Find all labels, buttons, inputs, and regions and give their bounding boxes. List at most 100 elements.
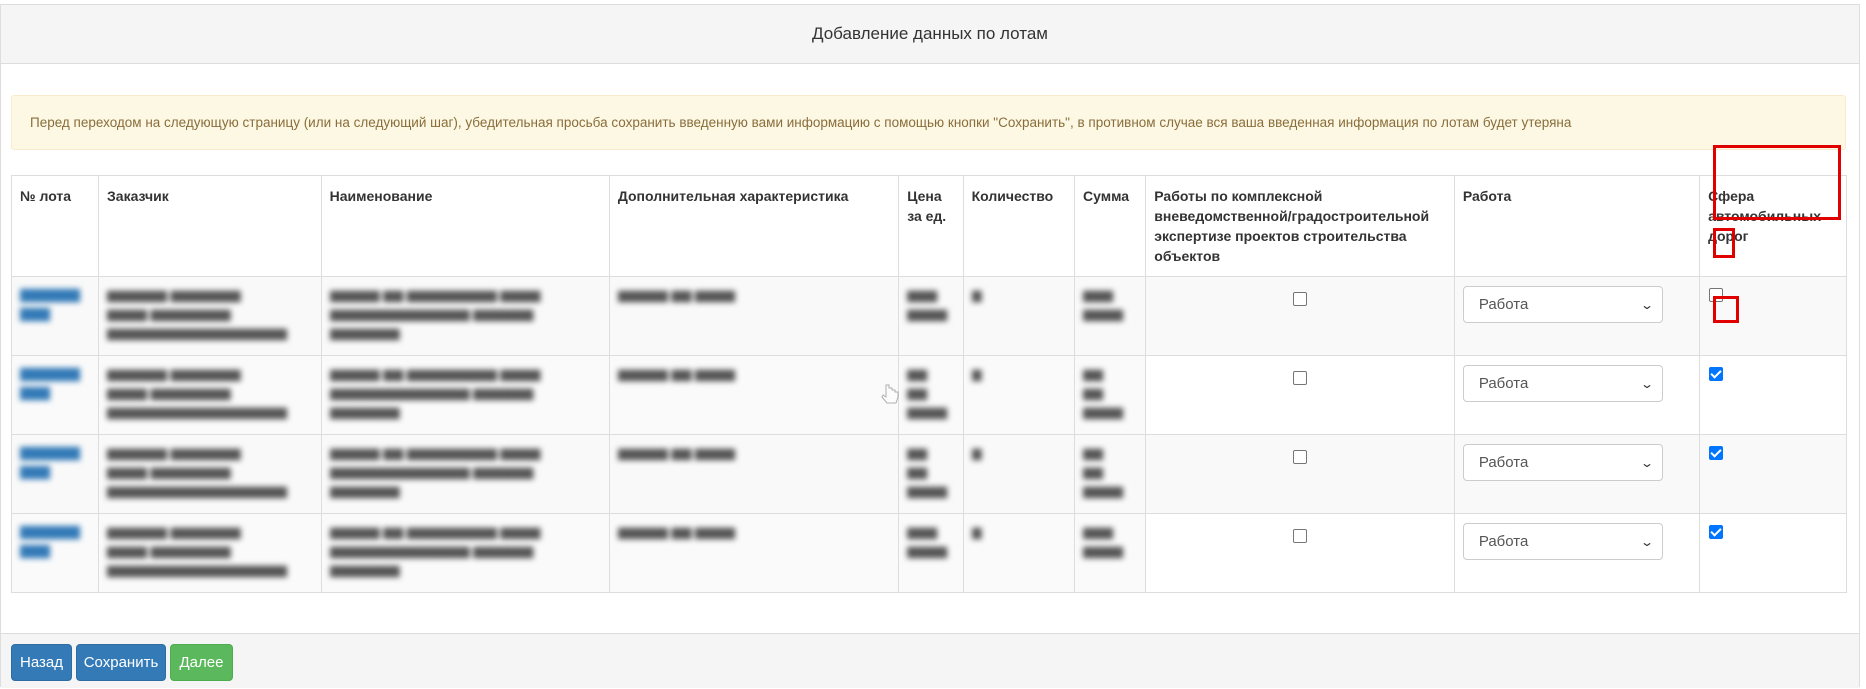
header-roads: Сфера автомобильных дорог xyxy=(1699,175,1847,277)
redacted-text: ▆▆▆▆▆ ▆▆ ▆▆▆▆ xyxy=(617,366,736,381)
lot-cell: ▇▇▇▇▇▇ ▇▇▇ xyxy=(10,513,100,593)
work-cell: Работа ⌄ xyxy=(1453,276,1701,356)
header-work: Работа xyxy=(1453,175,1701,277)
redacted-text: ▆▆▆▆▆ ▆▆ ▆▆▆▆ xyxy=(617,287,736,302)
redacted-lot-link[interactable]: ▇▇▇▇▇▇ ▇▇▇ xyxy=(20,522,90,560)
extra-cell: ▆▆▆▆▆ ▆▆ ▆▆▆▆ xyxy=(608,513,900,593)
table-header-row: № лота Заказчик Наименование Дополнитель… xyxy=(10,175,1847,277)
pointer-cursor-icon xyxy=(881,384,899,404)
work-select-value: Работа xyxy=(1478,375,1529,392)
extra-cell: ▆▆▆▆▆ ▆▆ ▆▆▆▆ xyxy=(608,355,900,435)
price-cell: ▆▆▆ ▆▆▆▆ xyxy=(898,276,964,356)
qty-cell: ▆ xyxy=(962,355,1076,435)
customer-cell: ▆▆▆▆▆▆ ▆▆▆▆▆▆▆ ▆▆▆▆ ▆▆▆▆▆▆▆▆ ▆▆▆▆▆▆▆▆▆▆▆▆▆… xyxy=(98,434,322,514)
roads-cell xyxy=(1699,513,1847,593)
expertise-cell xyxy=(1145,276,1455,356)
name-cell: ▆▆▆▆▆ ▆▆ ▆▆▆▆▆▆▆▆▆ ▆▆▆▆ ▆▆▆▆▆▆▆▆▆▆▆▆▆▆ ▆▆… xyxy=(320,513,610,593)
header-sum: Сумма xyxy=(1074,175,1147,277)
panel-footer: Назад Сохранить Далее xyxy=(1,633,1859,688)
qty-cell: ▆ xyxy=(962,513,1076,593)
next-button[interactable]: Далее xyxy=(170,644,233,681)
header-lot: № лота xyxy=(10,175,100,277)
work-cell: Работа ⌄ xyxy=(1453,355,1701,435)
table-row: ▇▇▇▇▇▇ ▇▇▇ ▆▆▆▆▆▆ ▆▆▆▆▆▆▆ ▆▆▆▆ ▆▆▆▆▆▆▆▆ ▆▆▆… xyxy=(10,434,1847,514)
table-row: ▇▇▇▇▇▇ ▇▇▇ ▆▆▆▆▆▆ ▆▆▆▆▆▆▆ ▆▆▆▆ ▆▆▆▆▆▆▆▆ ▆▆▆… xyxy=(10,276,1847,356)
redacted-text: ▆▆▆▆▆ ▆▆ ▆▆▆▆▆▆▆▆▆ ▆▆▆▆ ▆▆▆▆▆▆▆▆▆▆▆▆▆▆ ▆▆… xyxy=(329,287,541,340)
roads-cell xyxy=(1699,434,1847,514)
roads-checkbox[interactable] xyxy=(1709,525,1724,539)
redacted-text: ▆▆ ▆▆ ▆▆▆▆ xyxy=(1083,366,1124,419)
redacted-text: ▆▆▆ ▆▆▆▆ xyxy=(907,524,948,558)
work-cell: Работа ⌄ xyxy=(1453,434,1701,514)
work-select[interactable]: Работа ⌄ xyxy=(1462,444,1663,481)
work-select[interactable]: Работа ⌄ xyxy=(1462,365,1663,402)
chevron-down-icon: ⌄ xyxy=(1639,297,1654,312)
redacted-text: ▆▆ ▆▆ ▆▆▆▆ xyxy=(907,445,948,498)
redacted-text: ▆ xyxy=(971,287,982,302)
back-button[interactable]: Назад xyxy=(11,644,72,681)
roads-checkbox[interactable] xyxy=(1709,288,1724,302)
roads-checkbox[interactable] xyxy=(1709,446,1724,460)
redacted-text: ▆▆▆▆▆▆ ▆▆▆▆▆▆▆ ▆▆▆▆ ▆▆▆▆▆▆▆▆ ▆▆▆▆▆▆▆▆▆▆▆▆▆… xyxy=(107,445,287,498)
redacted-text: ▆▆▆ ▆▆▆▆ xyxy=(1083,524,1124,558)
lot-cell: ▇▇▇▇▇▇ ▇▇▇ xyxy=(10,434,100,514)
extra-cell: ▆▆▆▆▆ ▆▆ ▆▆▆▆ xyxy=(608,434,900,514)
expertise-checkbox[interactable] xyxy=(1293,371,1308,385)
redacted-lot-link[interactable]: ▇▇▇▇▇▇ ▇▇▇ xyxy=(20,285,90,323)
sum-cell: ▆▆▆ ▆▆▆▆ xyxy=(1074,276,1147,356)
sum-cell: ▆▆▆ ▆▆▆▆ xyxy=(1074,513,1147,593)
redacted-text: ▆▆ ▆▆ ▆▆▆▆ xyxy=(1083,445,1124,498)
work-select[interactable]: Работа ⌄ xyxy=(1462,523,1663,560)
panel-heading: Добавление данных по лотам xyxy=(1,5,1859,64)
lots-table: № лота Заказчик Наименование Дополнитель… xyxy=(10,175,1847,593)
lot-cell: ▇▇▇▇▇▇ ▇▇▇ xyxy=(10,355,100,435)
qty-cell: ▆ xyxy=(962,276,1076,356)
name-cell: ▆▆▆▆▆ ▆▆ ▆▆▆▆▆▆▆▆▆ ▆▆▆▆ ▆▆▆▆▆▆▆▆▆▆▆▆▆▆ ▆▆… xyxy=(320,355,610,435)
sum-cell: ▆▆ ▆▆ ▆▆▆▆ xyxy=(1074,434,1147,514)
redacted-text: ▆▆▆▆▆ ▆▆ ▆▆▆▆▆▆▆▆▆ ▆▆▆▆ ▆▆▆▆▆▆▆▆▆▆▆▆▆▆ ▆▆… xyxy=(329,366,541,419)
save-button[interactable]: Сохранить xyxy=(76,644,166,681)
header-expertise: Работы по комплексной вневедомственной/г… xyxy=(1145,175,1455,277)
lots-panel: Добавление данных по лотам Перед переход… xyxy=(0,4,1860,688)
redacted-text: ▆▆▆▆▆ ▆▆ ▆▆▆▆▆▆▆▆▆ ▆▆▆▆ ▆▆▆▆▆▆▆▆▆▆▆▆▆▆ ▆▆… xyxy=(329,445,541,498)
redacted-lot-link[interactable]: ▇▇▇▇▇▇ ▇▇▇ xyxy=(20,443,90,481)
expertise-cell xyxy=(1145,513,1455,593)
chevron-down-icon: ⌄ xyxy=(1639,534,1654,549)
price-cell: ▆▆▆ ▆▆▆▆ xyxy=(898,513,964,593)
work-select[interactable]: Работа ⌄ xyxy=(1462,286,1663,323)
redacted-text: ▆▆▆ ▆▆▆▆ xyxy=(907,287,948,321)
extra-cell: ▆▆▆▆▆ ▆▆ ▆▆▆▆ xyxy=(608,276,900,356)
header-price: Цена за ед. xyxy=(898,175,964,277)
redacted-text: ▆▆▆▆▆▆ ▆▆▆▆▆▆▆ ▆▆▆▆ ▆▆▆▆▆▆▆▆ ▆▆▆▆▆▆▆▆▆▆▆▆▆… xyxy=(107,366,287,419)
name-cell: ▆▆▆▆▆ ▆▆ ▆▆▆▆▆▆▆▆▆ ▆▆▆▆ ▆▆▆▆▆▆▆▆▆▆▆▆▆▆ ▆▆… xyxy=(320,434,610,514)
redacted-text: ▆▆▆▆▆▆ ▆▆▆▆▆▆▆ ▆▆▆▆ ▆▆▆▆▆▆▆▆ ▆▆▆▆▆▆▆▆▆▆▆▆▆… xyxy=(107,524,287,577)
redacted-text: ▆▆ ▆▆ ▆▆▆▆ xyxy=(907,366,948,419)
header-name: Наименование xyxy=(320,175,610,277)
customer-cell: ▆▆▆▆▆▆ ▆▆▆▆▆▆▆ ▆▆▆▆ ▆▆▆▆▆▆▆▆ ▆▆▆▆▆▆▆▆▆▆▆▆▆… xyxy=(98,513,322,593)
roads-checkbox[interactable] xyxy=(1709,367,1724,381)
redacted-text: ▆▆▆ ▆▆▆▆ xyxy=(1083,287,1124,321)
redacted-lot-link[interactable]: ▇▇▇▇▇▇ ▇▇▇ xyxy=(20,364,90,402)
price-cell: ▆▆ ▆▆ ▆▆▆▆ xyxy=(898,355,964,435)
redacted-text: ▆▆▆▆▆ ▆▆ ▆▆▆▆ xyxy=(617,524,736,539)
chevron-down-icon: ⌄ xyxy=(1639,455,1654,470)
redacted-text: ▆ xyxy=(971,524,982,539)
expertise-checkbox[interactable] xyxy=(1293,292,1308,306)
roads-cell xyxy=(1699,276,1847,356)
chevron-down-icon: ⌄ xyxy=(1639,376,1654,391)
price-cell: ▆▆ ▆▆ ▆▆▆▆ xyxy=(898,434,964,514)
lot-cell: ▇▇▇▇▇▇ ▇▇▇ xyxy=(10,276,100,356)
expertise-checkbox[interactable] xyxy=(1293,529,1308,543)
table-row: ▇▇▇▇▇▇ ▇▇▇ ▆▆▆▆▆▆ ▆▆▆▆▆▆▆ ▆▆▆▆ ▆▆▆▆▆▆▆▆ ▆▆▆… xyxy=(10,513,1847,593)
header-qty: Количество xyxy=(962,175,1076,277)
table-row: ▇▇▇▇▇▇ ▇▇▇ ▆▆▆▆▆▆ ▆▆▆▆▆▆▆ ▆▆▆▆ ▆▆▆▆▆▆▆▆ ▆▆▆… xyxy=(10,355,1847,435)
page-title: Добавление данных по лотам xyxy=(812,24,1048,43)
expertise-checkbox[interactable] xyxy=(1293,450,1308,464)
expertise-cell xyxy=(1145,434,1455,514)
work-select-value: Работа xyxy=(1478,296,1529,313)
warning-alert: Перед переходом на следующую страницу (и… xyxy=(11,95,1846,150)
header-customer: Заказчик xyxy=(98,175,322,277)
customer-cell: ▆▆▆▆▆▆ ▆▆▆▆▆▆▆ ▆▆▆▆ ▆▆▆▆▆▆▆▆ ▆▆▆▆▆▆▆▆▆▆▆▆▆… xyxy=(98,276,322,356)
sum-cell: ▆▆ ▆▆ ▆▆▆▆ xyxy=(1074,355,1147,435)
qty-cell: ▆ xyxy=(962,434,1076,514)
